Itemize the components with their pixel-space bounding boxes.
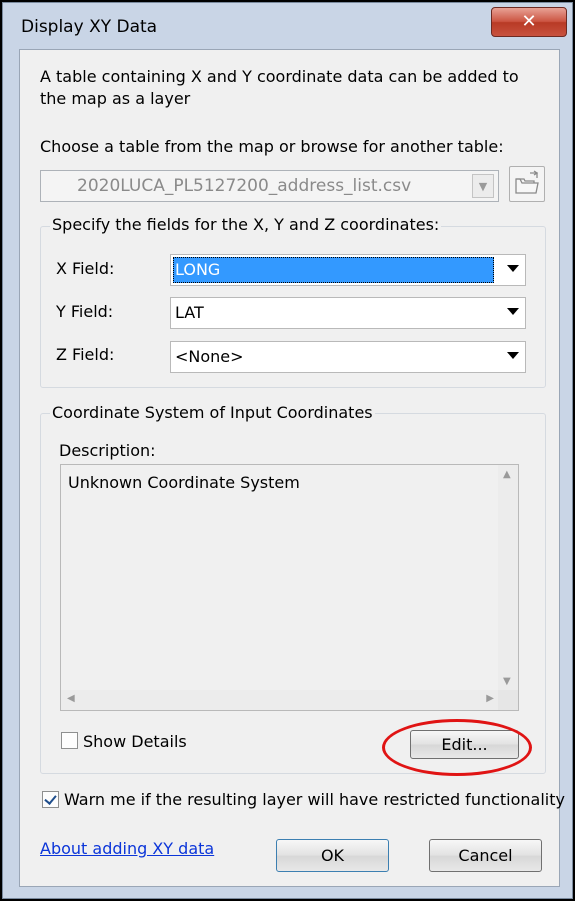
x-field-label: X Field: [56,259,115,278]
folder-open-icon [515,170,539,194]
close-icon: ✕ [521,11,537,32]
warn-checkbox[interactable] [42,791,59,808]
scroll-left-icon[interactable]: ◀ [67,693,75,704]
choose-table-label: Choose a table from the map or browse fo… [40,137,504,156]
scrollbar-corner [498,690,518,710]
y-field-value: LAT [175,303,204,322]
chevron-down-icon [507,265,519,272]
x-field-value: LONG [175,260,221,279]
chevron-down-icon [507,308,519,315]
z-field-label: Z Field: [56,345,115,364]
table-combo-value: 2020LUCA_PL5127200_address_list.csv [77,176,412,196]
browse-table-button[interactable] [509,166,545,202]
about-adding-xy-data-link[interactable]: About adding XY data [40,839,214,858]
scroll-right-icon[interactable]: ▶ [486,693,494,704]
title-bar[interactable]: Display XY Data ✕ [3,3,572,49]
description-label: Description: [59,441,156,460]
x-field-select[interactable]: LONG [170,254,526,286]
z-field-value: <None> [175,347,244,366]
description-text: Unknown Coordinate System [68,473,300,492]
chevron-down-icon: ▼ [472,174,494,198]
table-combo: 2020LUCA_PL5127200_address_list.csv ▼ [40,170,499,202]
show-details-checkbox[interactable] [61,732,78,749]
cancel-button[interactable]: Cancel [429,839,542,872]
scroll-up-icon[interactable]: ▲ [503,469,511,480]
highlight-annotation [382,719,532,776]
close-button[interactable]: ✕ [491,7,567,37]
dialog-body: A table containing X and Y coordinate da… [19,49,565,887]
show-details-label[interactable]: Show Details [83,732,187,751]
scroll-down-icon[interactable]: ▼ [503,676,511,687]
ok-button[interactable]: OK [276,839,389,872]
intro-text: A table containing X and Y coordinate da… [40,67,519,108]
horizontal-scrollbar[interactable]: ◀ ▶ [61,690,500,710]
display-xy-data-window: Display XY Data ✕ A table containing X a… [2,2,573,899]
x-field-selection [173,257,494,283]
warn-label[interactable]: Warn me if the resulting layer will have… [64,790,565,809]
fields-group-label: Specify the fields for the X, Y and Z co… [50,215,442,234]
y-field-label: Y Field: [56,302,114,321]
chevron-down-icon [507,352,519,359]
vertical-scrollbar[interactable]: ▲ ▼ [498,465,518,691]
description-box[interactable]: Unknown Coordinate System ▲ ▼ ◀ ▶ [60,464,519,711]
window-title: Display XY Data [21,17,158,37]
z-field-select[interactable]: <None> [170,341,526,373]
y-field-select[interactable]: LAT [170,297,526,329]
coordinate-system-label: Coordinate System of Input Coordinates [50,403,375,422]
